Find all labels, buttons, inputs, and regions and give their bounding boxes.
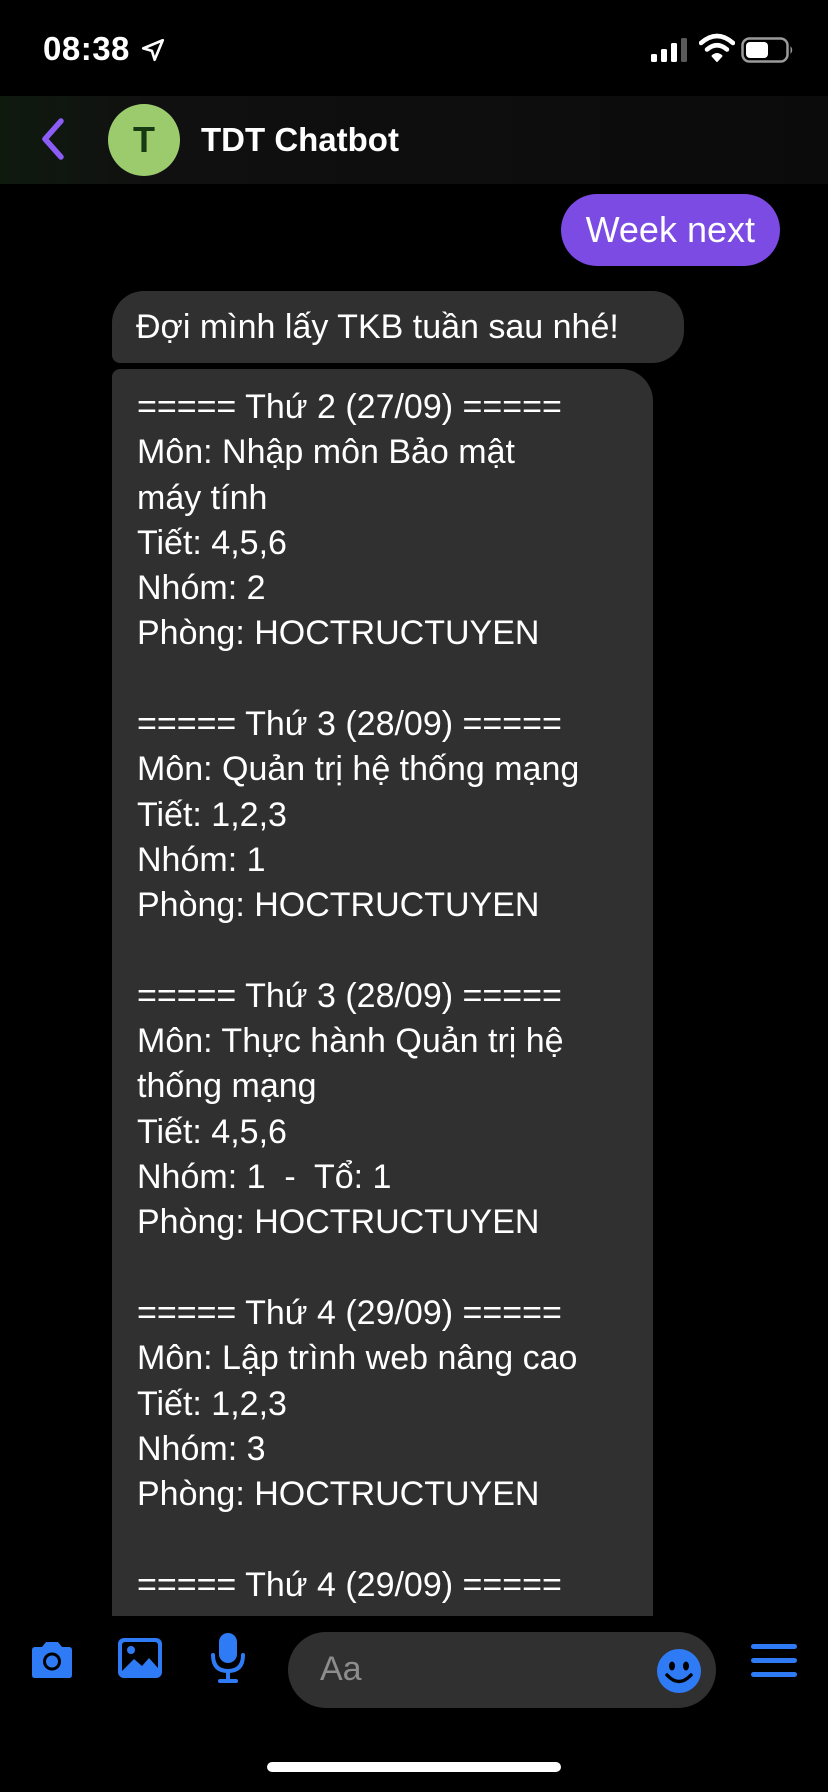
home-indicator[interactable] [267,1762,561,1772]
battery-icon [741,37,793,63]
schedule-line [137,1246,653,1291]
incoming-message-schedule[interactable]: ===== Thứ 2 (27/09) ===== Môn: Nhập môn B… [112,369,653,1616]
avatar[interactable]: T [108,104,180,176]
schedule-line: Tiết: 4,5,6 [137,523,287,562]
incoming-message-intro[interactable]: Đợi mình lấy TKB tuần sau nhé! [112,291,684,363]
schedule-line: Phòng: HOCTRUCTUYEN [137,614,540,653]
schedule-line: máy tính [137,478,268,517]
schedule-line: Nhóm: 3 [137,1429,266,1468]
schedule-line: Môn: Nhập môn Bảo mật [137,433,515,472]
schedule-line: Phòng: HOCTRUCTUYEN [137,1203,540,1242]
menu-icon [751,1644,797,1677]
schedule-line [137,657,653,702]
schedule-line: Môn: Quản trị hệ thống mạng [137,750,580,789]
location-arrow-icon [141,38,165,62]
chat-header: T TDT Chatbot [0,96,828,184]
schedule-line: ===== Thứ 4 (29/09) ===== [137,1565,562,1604]
messenger-screen: 08:38 T TDT Chatbot Week next Đợi mình l… [0,0,828,1792]
schedule-line: Nhóm: 1 - Tổ: 1 [137,1158,392,1197]
schedule-line: Nhóm: 2 [137,569,266,608]
back-button[interactable] [30,114,76,164]
schedule-line: ===== Thứ 2 (27/09) ===== [137,388,562,426]
schedule-line: Môn: Thực hành Quản trị hệ [137,1022,564,1061]
schedule-line: thống mạng [137,1067,317,1106]
menu-button[interactable] [750,1640,798,1680]
schedule-line: Tiết: 1,2,3 [137,1384,287,1423]
wifi-icon [699,33,735,62]
schedule-line: Môn: Lập trình web nâng cao [137,1339,578,1378]
microphone-icon [211,1633,245,1683]
cellular-signal-icon [651,38,687,62]
schedule-line [137,929,653,974]
input-placeholder: Aa [320,1650,362,1688]
chat-title[interactable]: TDT Chatbot [201,121,399,159]
schedule-line: ===== Thứ 4 (29/09) ===== [137,1293,562,1332]
schedule-line: Tiết: 1,2,3 [137,795,287,834]
photo-button[interactable] [112,1630,168,1686]
camera-button[interactable] [24,1632,80,1688]
schedule-line: Tiết: 4,5,6 [137,1112,287,1151]
photo-icon [118,1638,162,1678]
schedule-line: Nhóm: 1 [137,840,266,879]
camera-icon [32,1642,72,1678]
message-input[interactable]: Aa [288,1632,716,1708]
status-bar: 08:38 [0,0,828,96]
schedule-line: ===== Thứ 3 (28/09) ===== [137,705,562,744]
schedule-line: Phòng: HOCTRUCTUYEN [137,1475,540,1514]
emoji-icon[interactable] [656,1648,702,1694]
schedule-line: ===== Thứ 3 (28/09) ===== [137,976,562,1015]
status-time: 08:38 [43,30,130,67]
chevron-left-icon [42,118,64,160]
outgoing-message[interactable]: Week next [560,194,780,266]
message-list[interactable]: Week next Đợi mình lấy TKB tuần sau nhé!… [0,184,828,1616]
schedule-line: Phòng: HOCTRUCTUYEN [137,886,540,925]
schedule-line [137,1517,653,1562]
microphone-button[interactable] [206,1628,250,1688]
